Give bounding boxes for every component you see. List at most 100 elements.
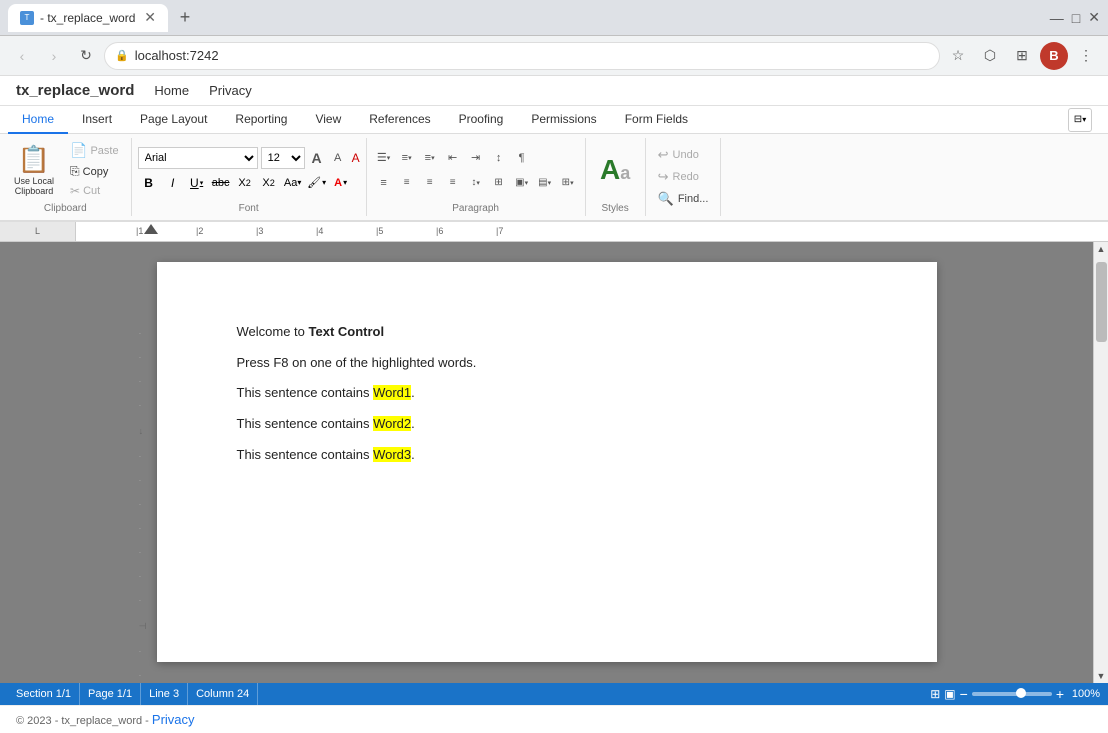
sort-button[interactable]: ↕ — [488, 147, 510, 169]
strikethrough-button[interactable]: abc — [210, 172, 232, 194]
decrease-indent-button[interactable]: ⇤ — [442, 147, 464, 169]
cut-button[interactable]: ✂ Cut — [64, 182, 125, 200]
extensions-button[interactable]: ⬡ — [976, 42, 1004, 70]
clipboard-icon: 📋 — [18, 144, 50, 175]
undo-icon: ↩ — [658, 147, 669, 163]
scrollbar-thumb[interactable] — [1096, 262, 1107, 342]
ribbon-tab-references[interactable]: References — [355, 106, 444, 134]
document-scroll[interactable]: ···· ↓ ···· ··· ⊣ ··· Welcome to Text Co… — [0, 242, 1093, 683]
zoom-minus-button[interactable]: − — [960, 686, 968, 702]
svg-text:|4: |4 — [316, 226, 323, 236]
split-view-button[interactable]: ⊞ — [1008, 42, 1036, 70]
font-size-select[interactable]: 12 — [261, 147, 305, 169]
indent-marker — [144, 224, 158, 234]
undo-button[interactable]: ↩ Undo — [652, 145, 715, 165]
nav-privacy-link[interactable]: Privacy — [209, 83, 252, 98]
align-right-button[interactable]: ≡ — [419, 172, 441, 194]
list-bullets-button[interactable]: ☰▾ — [373, 147, 395, 169]
change-case-button[interactable]: Aa▾ — [282, 172, 304, 194]
find-button[interactable]: 🔍 Find... — [652, 189, 715, 209]
zoom-plus-button[interactable]: + — [1056, 686, 1064, 702]
nav-home-link[interactable]: Home — [154, 83, 189, 98]
align-center-button[interactable]: ≡ — [396, 172, 418, 194]
ribbon-tab-proofing[interactable]: Proofing — [445, 106, 518, 134]
svg-text:|5: |5 — [376, 226, 383, 236]
ribbon-tab-insert[interactable]: Insert — [68, 106, 126, 134]
zoom-page-icon[interactable]: ▣ — [944, 687, 955, 701]
ribbon-group-paragraph: ☰▾ ≡▾ ≡▾ ⇤ ⇥ ↕ ¶ ≡ ≡ ≡ — [367, 138, 586, 216]
bookmark-button[interactable]: ☆ — [944, 42, 972, 70]
ribbon-tab-reporting[interactable]: Reporting — [221, 106, 301, 134]
dropdown-arrow-icon: ▾ — [1082, 115, 1086, 124]
ribbon-tab-view[interactable]: View — [301, 106, 355, 134]
highlight-pen-icon: 🖌 — [307, 176, 321, 189]
doc-paragraph-5: This sentence contains Word3. — [237, 445, 857, 466]
ribbon-tab-permissions[interactable]: Permissions — [517, 106, 610, 134]
app-footer: © 2023 - tx_replace_word - Privacy — [0, 705, 1108, 733]
font-clear-format-button[interactable]: A — [352, 151, 360, 165]
window-close-button[interactable]: ✕ — [1088, 9, 1100, 26]
font-family-select[interactable]: Arial — [138, 147, 258, 169]
scrollbar-up-button[interactable]: ▲ — [1094, 242, 1108, 257]
list-multilevel-button[interactable]: ≡▾ — [419, 147, 441, 169]
paragraph-style-button[interactable]: ⊞▾ — [557, 172, 579, 194]
window-minimize-button[interactable]: — — [1050, 10, 1064, 26]
ribbon-collapse-button[interactable]: ⊟ ▾ — [1068, 108, 1092, 132]
footer-privacy-link[interactable]: Privacy — [152, 712, 195, 727]
doc-paragraph-3: This sentence contains Word1. — [237, 383, 857, 404]
vertical-scrollbar[interactable]: ▲ ▼ — [1093, 242, 1108, 683]
justify-button[interactable]: ≡ — [442, 172, 464, 194]
menu-button[interactable]: ⋮ — [1072, 42, 1100, 70]
nav-forward-button[interactable]: › — [40, 42, 68, 70]
subscript-button[interactable]: X2 — [234, 172, 256, 194]
copy-button[interactable]: ⎘ Copy — [64, 162, 125, 181]
zoom-slider[interactable] — [972, 692, 1052, 696]
ribbon-tab-pagelayout[interactable]: Page Layout — [126, 106, 221, 134]
footer-copyright: © 2023 - tx_replace_word - — [16, 715, 149, 727]
table-insert-button[interactable]: ⊞ — [488, 172, 510, 194]
browser-navbar: ‹ › ↻ 🔒 localhost:7242 ☆ ⬡ ⊞ B ⋮ — [0, 36, 1108, 76]
font-color-button[interactable]: A ▾ — [330, 172, 352, 194]
styles-aa-icon[interactable]: Aa — [600, 154, 630, 186]
tab-favicon: T — [20, 11, 34, 25]
increase-indent-button[interactable]: ⇥ — [465, 147, 487, 169]
nav-refresh-button[interactable]: ↻ — [72, 42, 100, 70]
ribbon-tab-home[interactable]: Home — [8, 106, 68, 134]
document-page[interactable]: Welcome to Text Control Press F8 on one … — [157, 262, 937, 662]
new-tab-button[interactable]: + — [172, 5, 198, 31]
font-color-dropdown: ▾ — [343, 178, 347, 187]
scrollbar-down-button[interactable]: ▼ — [1094, 668, 1108, 683]
show-formatting-button[interactable]: ¶ — [511, 147, 533, 169]
nav-back-button[interactable]: ‹ — [8, 42, 36, 70]
ribbon-tabs: Home Insert Page Layout Reporting View R… — [0, 106, 1108, 134]
ribbon-content: 📋 Use LocalClipboard 📄 Paste ⎘ Copy — [0, 134, 1108, 221]
use-local-clipboard-button[interactable]: 📋 Use LocalClipboard — [6, 140, 62, 201]
redo-button[interactable]: ↪ Redo — [652, 167, 715, 187]
list-numbers-button[interactable]: ≡▾ — [396, 147, 418, 169]
zoom-layout-icon[interactable]: ⊞ — [930, 687, 940, 701]
ribbon-group-editing: ↩ Undo ↪ Redo 🔍 Find... — [646, 138, 722, 216]
italic-button[interactable]: I — [162, 172, 184, 194]
highlight-color-button[interactable]: 🖌 ▾ — [306, 172, 328, 194]
ribbon-tab-formfields[interactable]: Form Fields — [611, 106, 702, 134]
tab-close-button[interactable]: ✕ — [144, 9, 156, 26]
undo-label: Undo — [673, 149, 699, 161]
status-zoom-controls: ⊞ ▣ − + 100% — [930, 686, 1100, 702]
bold-button[interactable]: B — [138, 172, 160, 194]
window-maximize-button[interactable]: □ — [1072, 10, 1080, 26]
ribbon-group-styles: Aa Styles — [586, 138, 646, 216]
align-left-button[interactable]: ≡ — [373, 172, 395, 194]
scrollbar-track[interactable] — [1094, 257, 1108, 668]
superscript-button[interactable]: X2 — [258, 172, 280, 194]
address-bar[interactable]: 🔒 localhost:7242 — [104, 42, 940, 70]
zoom-slider-thumb[interactable] — [1016, 688, 1026, 698]
border-button[interactable]: ▣▾ — [511, 172, 533, 194]
font-shrink-button[interactable]: A — [329, 149, 347, 167]
paste-button[interactable]: 📄 Paste — [64, 140, 125, 161]
browser-tab[interactable]: T - tx_replace_word ✕ — [8, 4, 168, 32]
font-grow-button[interactable]: A — [308, 149, 326, 167]
profile-button[interactable]: B — [1040, 42, 1068, 70]
shading-button[interactable]: ▤▾ — [534, 172, 556, 194]
line-spacing-button[interactable]: ↕▾ — [465, 172, 487, 194]
underline-button[interactable]: U ▾ — [186, 172, 208, 194]
